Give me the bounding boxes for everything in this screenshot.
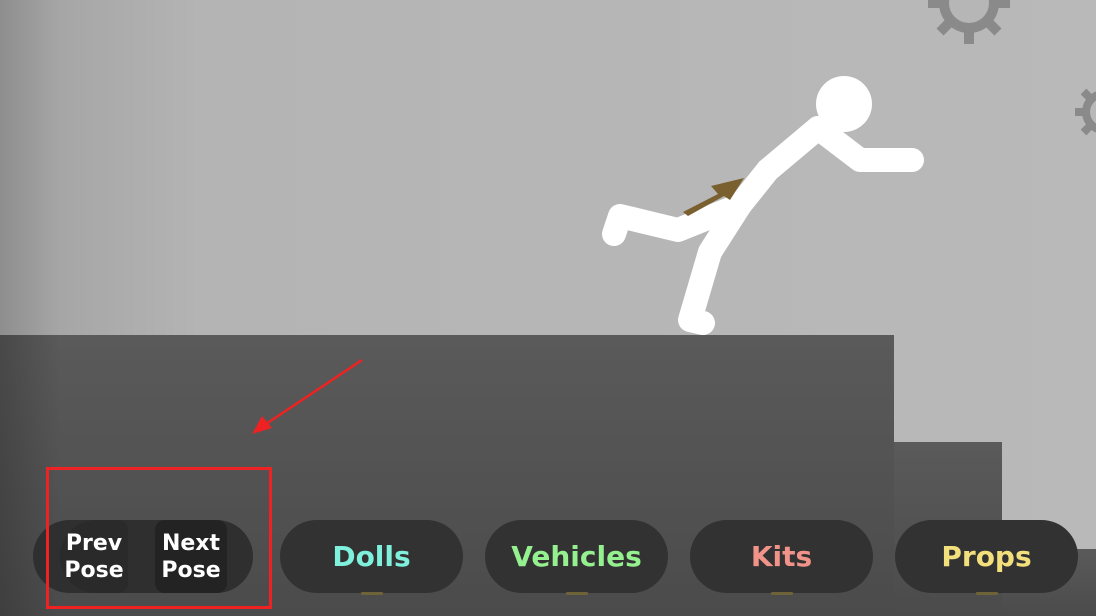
game-scene: Prev Pose Next Pose Dolls Vehicles Kits …	[0, 0, 1096, 616]
props-button[interactable]: Props	[895, 520, 1078, 595]
vehicles-button[interactable]: Vehicles	[485, 520, 668, 595]
prev-pose-button[interactable]: Prev Pose	[60, 520, 128, 593]
dolls-button[interactable]: Dolls	[280, 520, 463, 595]
next-pose-button[interactable]: Next Pose	[155, 520, 227, 593]
props-indicator	[975, 592, 998, 595]
dolls-indicator	[360, 592, 383, 595]
vehicles-label: Vehicles	[511, 540, 642, 573]
dolls-label: Dolls	[332, 540, 411, 573]
kits-indicator	[770, 592, 793, 595]
kits-button[interactable]: Kits	[690, 520, 873, 595]
vehicles-indicator	[565, 592, 588, 595]
props-label: Props	[941, 540, 1032, 573]
kits-label: Kits	[750, 540, 813, 573]
